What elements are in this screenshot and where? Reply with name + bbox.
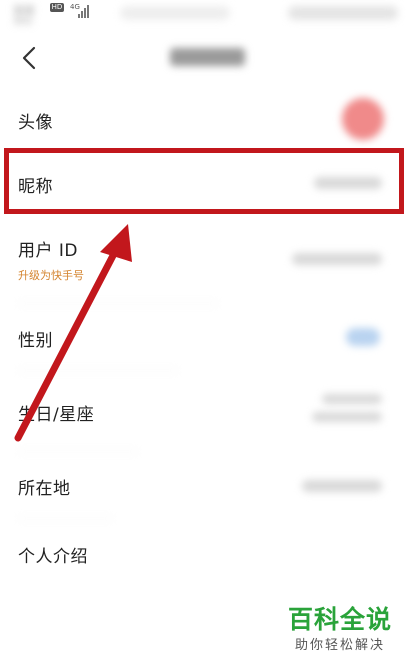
row-user-id[interactable]: 用户 ID 升级为快手号 xyxy=(0,218,412,304)
brand-watermark: 百科全说 助你轻松解决 xyxy=(278,603,402,661)
upgrade-hint[interactable]: 升级为快手号 xyxy=(18,267,84,283)
status-blurred-right xyxy=(288,6,398,20)
row-user-id-label: 用户 ID xyxy=(18,241,79,261)
user-id-value-blurred xyxy=(292,253,382,265)
location-value-blurred xyxy=(302,480,382,492)
row-birthday-label: 生日/星座 xyxy=(18,405,95,425)
carrier-sub-label: 移动 xyxy=(14,17,33,27)
chevron-left-icon[interactable] xyxy=(18,44,42,72)
row-divider xyxy=(18,518,113,519)
page-title-blurred xyxy=(170,48,245,66)
gender-value-blurred xyxy=(346,328,380,346)
row-bio-label: 个人介绍 xyxy=(18,547,88,567)
row-divider xyxy=(18,370,178,371)
row-gender-label: 性别 xyxy=(18,331,53,351)
watermark-subtitle: 助你轻松解决 xyxy=(294,638,385,653)
row-birthday[interactable]: 生日/星座 xyxy=(0,372,412,452)
birthday-value-blurred xyxy=(322,394,382,404)
row-gender[interactable]: 性别 xyxy=(0,304,412,372)
status-blurred-center xyxy=(120,6,230,20)
nav-header xyxy=(0,30,412,86)
row-avatar[interactable]: 头像 xyxy=(0,86,412,152)
row-location[interactable]: 所在地 xyxy=(0,452,412,520)
row-location-label: 所在地 xyxy=(18,479,71,499)
avatar[interactable] xyxy=(342,98,384,140)
row-avatar-label: 头像 xyxy=(18,113,53,133)
hd-badge: HD xyxy=(50,3,64,12)
watermark-title: 百科全说 xyxy=(287,605,392,634)
row-bio[interactable]: 个人介绍 xyxy=(0,520,412,590)
constellation-value-blurred xyxy=(312,412,382,422)
signal-bars-icon xyxy=(78,4,89,18)
status-bar: 联通 移动 HD 4G xyxy=(0,0,412,30)
highlight-box xyxy=(4,148,404,214)
